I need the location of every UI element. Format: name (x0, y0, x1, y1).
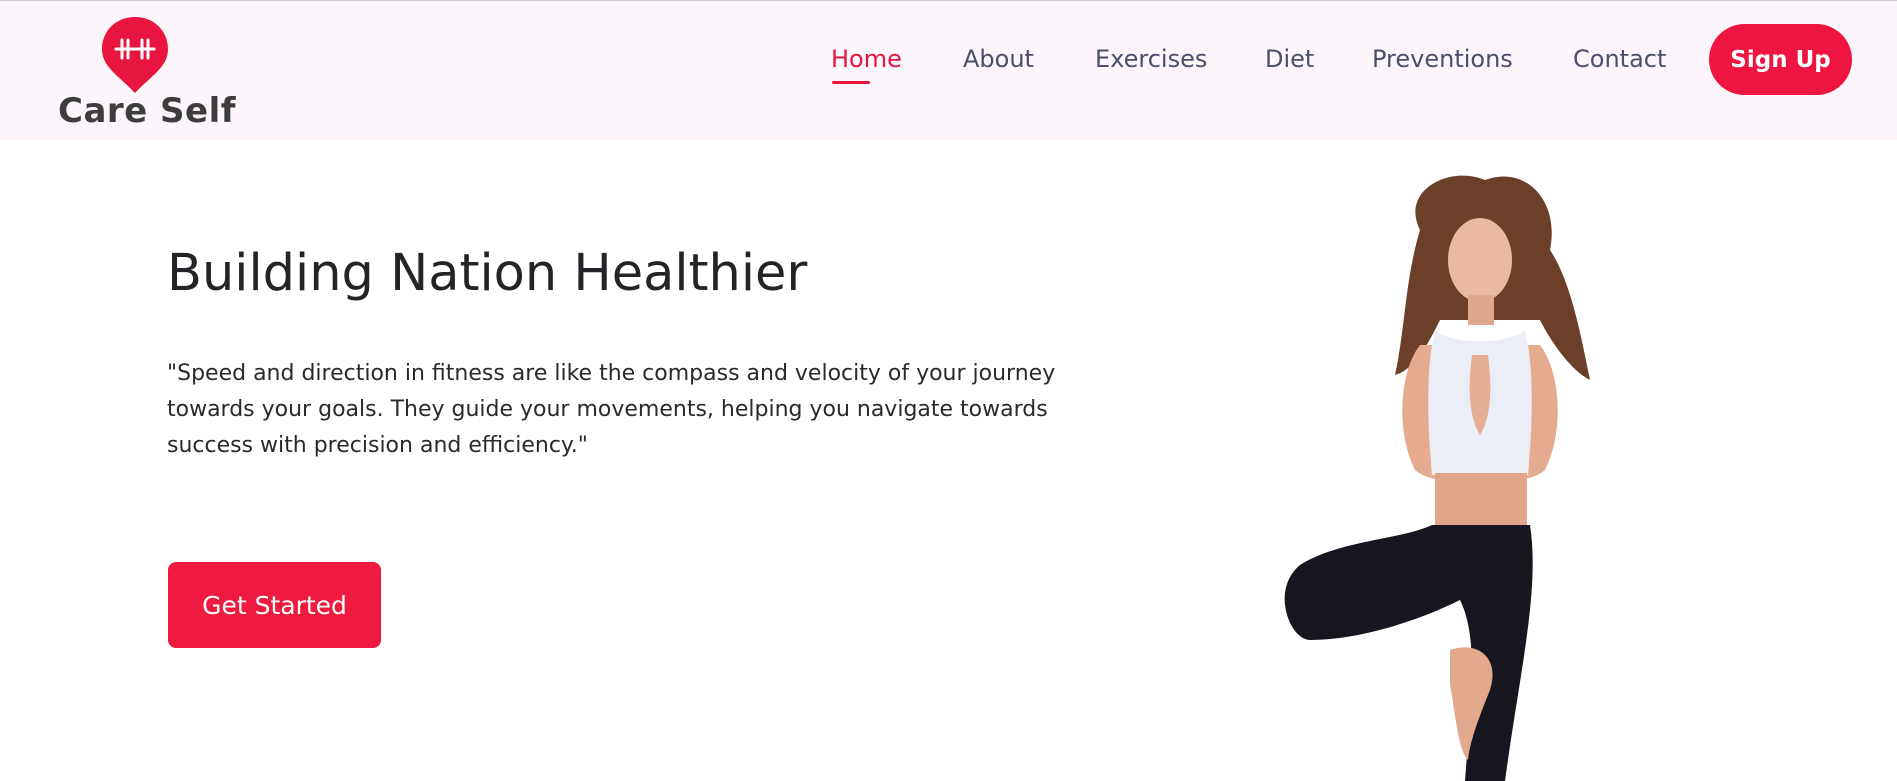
face-shape (1448, 218, 1512, 302)
nav-about[interactable]: About (963, 45, 1034, 73)
nav-diet[interactable]: Diet (1265, 45, 1314, 73)
hero-title: Building Nation Healthier (167, 244, 808, 303)
hero-quote: "Speed and direction in fitness are like… (167, 361, 1056, 458)
midriff-shape (1435, 473, 1527, 528)
dumbbell-location-pin-icon (102, 17, 168, 93)
active-nav-underline (832, 81, 870, 84)
nav-home[interactable]: Home (831, 45, 902, 73)
brand-logo[interactable]: Care Self (58, 15, 236, 135)
yoga-woman-image (1284, 175, 1590, 781)
site-header: Care Self Home About Exercises Diet Prev… (0, 0, 1897, 140)
neck-shape (1468, 295, 1494, 325)
nav-contact[interactable]: Contact (1573, 45, 1666, 73)
nav-exercises[interactable]: Exercises (1095, 45, 1207, 73)
nav-preventions[interactable]: Preventions (1372, 45, 1513, 73)
leggings-shape (1284, 525, 1533, 781)
signup-button[interactable]: Sign Up (1709, 24, 1852, 95)
brand-name: Care Self (58, 91, 237, 131)
get-started-button[interactable]: Get Started (168, 562, 381, 648)
